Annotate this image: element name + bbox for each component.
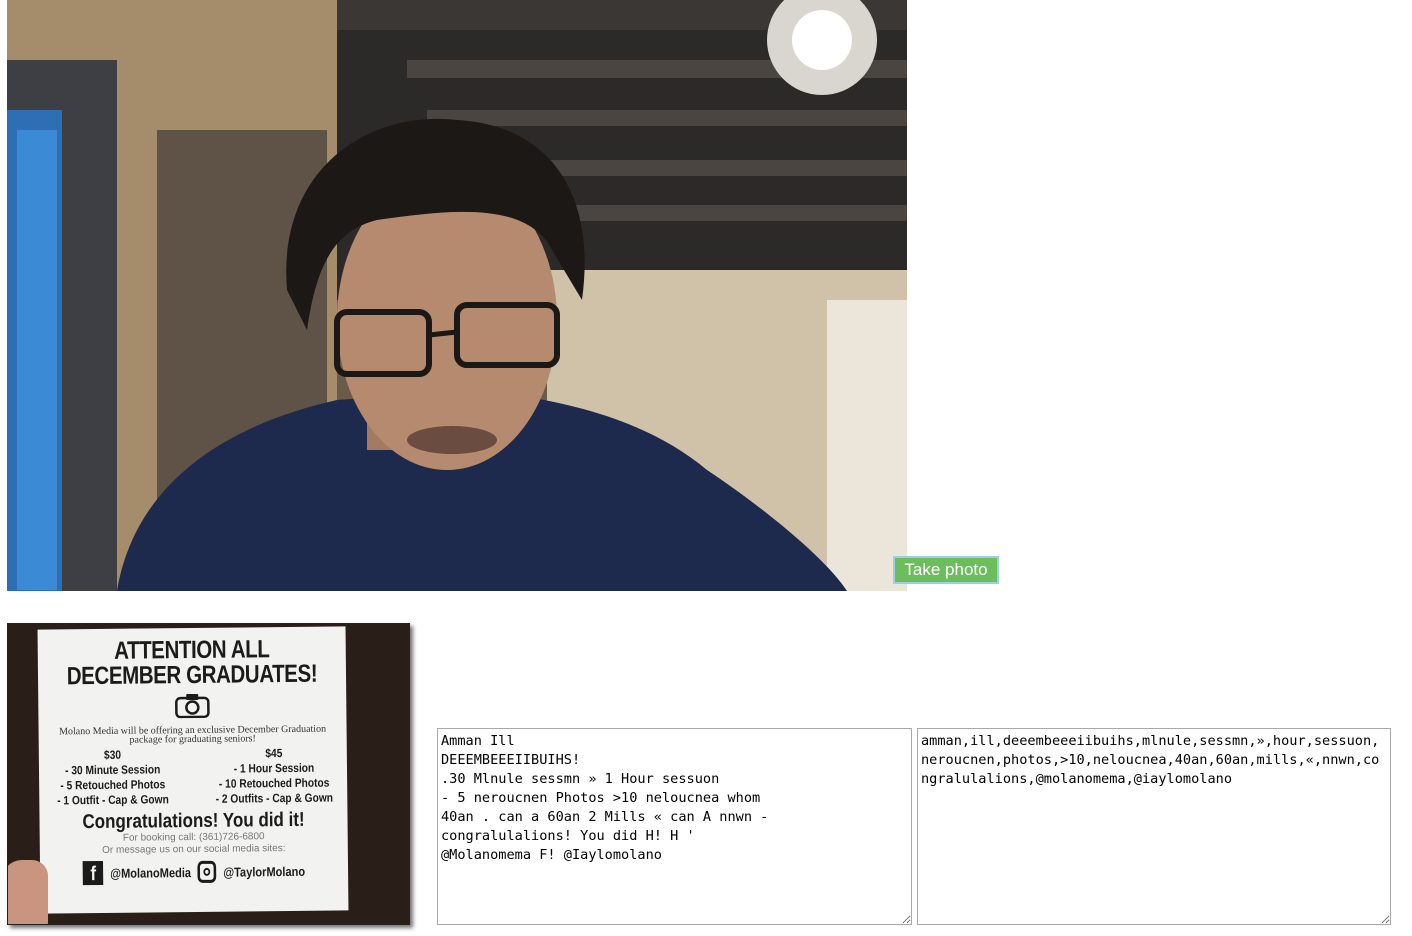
instagram-icon	[197, 860, 217, 883]
package-premium-item: - 10 Retouched Photos	[218, 775, 330, 791]
webcam-scene	[7, 0, 907, 591]
graduation-flyer: ATTENTION ALL DECEMBER GRADUATES! Molano…	[37, 626, 349, 914]
camera-icon	[175, 693, 210, 719]
package-premium-price: $45	[265, 746, 283, 761]
flyer-social: f @MolanoMedia @TaylorMolano	[63, 859, 325, 886]
package-premium-item: - 1 Hour Session	[233, 760, 315, 776]
tokens-text-area[interactable]: amman,ill,deeembeeeiibuihs,mlnule,sessmn…	[917, 728, 1391, 925]
instagram-handle: @TaylorMolano	[223, 863, 306, 880]
take-photo-button[interactable]: Take photo	[893, 556, 999, 584]
captured-photo: ATTENTION ALL DECEMBER GRADUATES! Molano…	[7, 623, 410, 925]
flyer-title-line2: DECEMBER GRADUATES!	[66, 659, 318, 691]
package-premium: $45 - 1 Hour Session - 10 Retouched Phot…	[215, 746, 333, 807]
flyer-message: Or message us on our social media sites:	[102, 843, 286, 856]
ocr-text-area[interactable]: Amman Ill DEEEMBEEEIIBUIHS! .30 Mlnule s…	[437, 728, 912, 925]
package-basic: $30 - 30 Minute Session - 5 Retouched Ph…	[57, 747, 169, 808]
webcam-video	[7, 0, 907, 591]
package-premium-item: - 2 Outfits - Cap & Gown	[215, 790, 334, 806]
flyer-description: Molano Media will be offering an exclusi…	[59, 723, 327, 746]
flyer-congrats: Congratulations! You did it!	[82, 808, 305, 834]
package-basic-item: - 5 Retouched Photos	[60, 777, 166, 793]
hand	[8, 860, 48, 924]
facebook-icon: f	[82, 860, 104, 886]
flyer-packages: $30 - 30 Minute Session - 5 Retouched Ph…	[47, 745, 344, 808]
facebook-handle: @MolanoMedia	[110, 864, 192, 881]
package-basic-item: - 1 Outfit - Cap & Gown	[57, 792, 169, 808]
package-basic-price: $30	[103, 747, 122, 762]
package-basic-item: - 30 Minute Session	[64, 762, 161, 778]
